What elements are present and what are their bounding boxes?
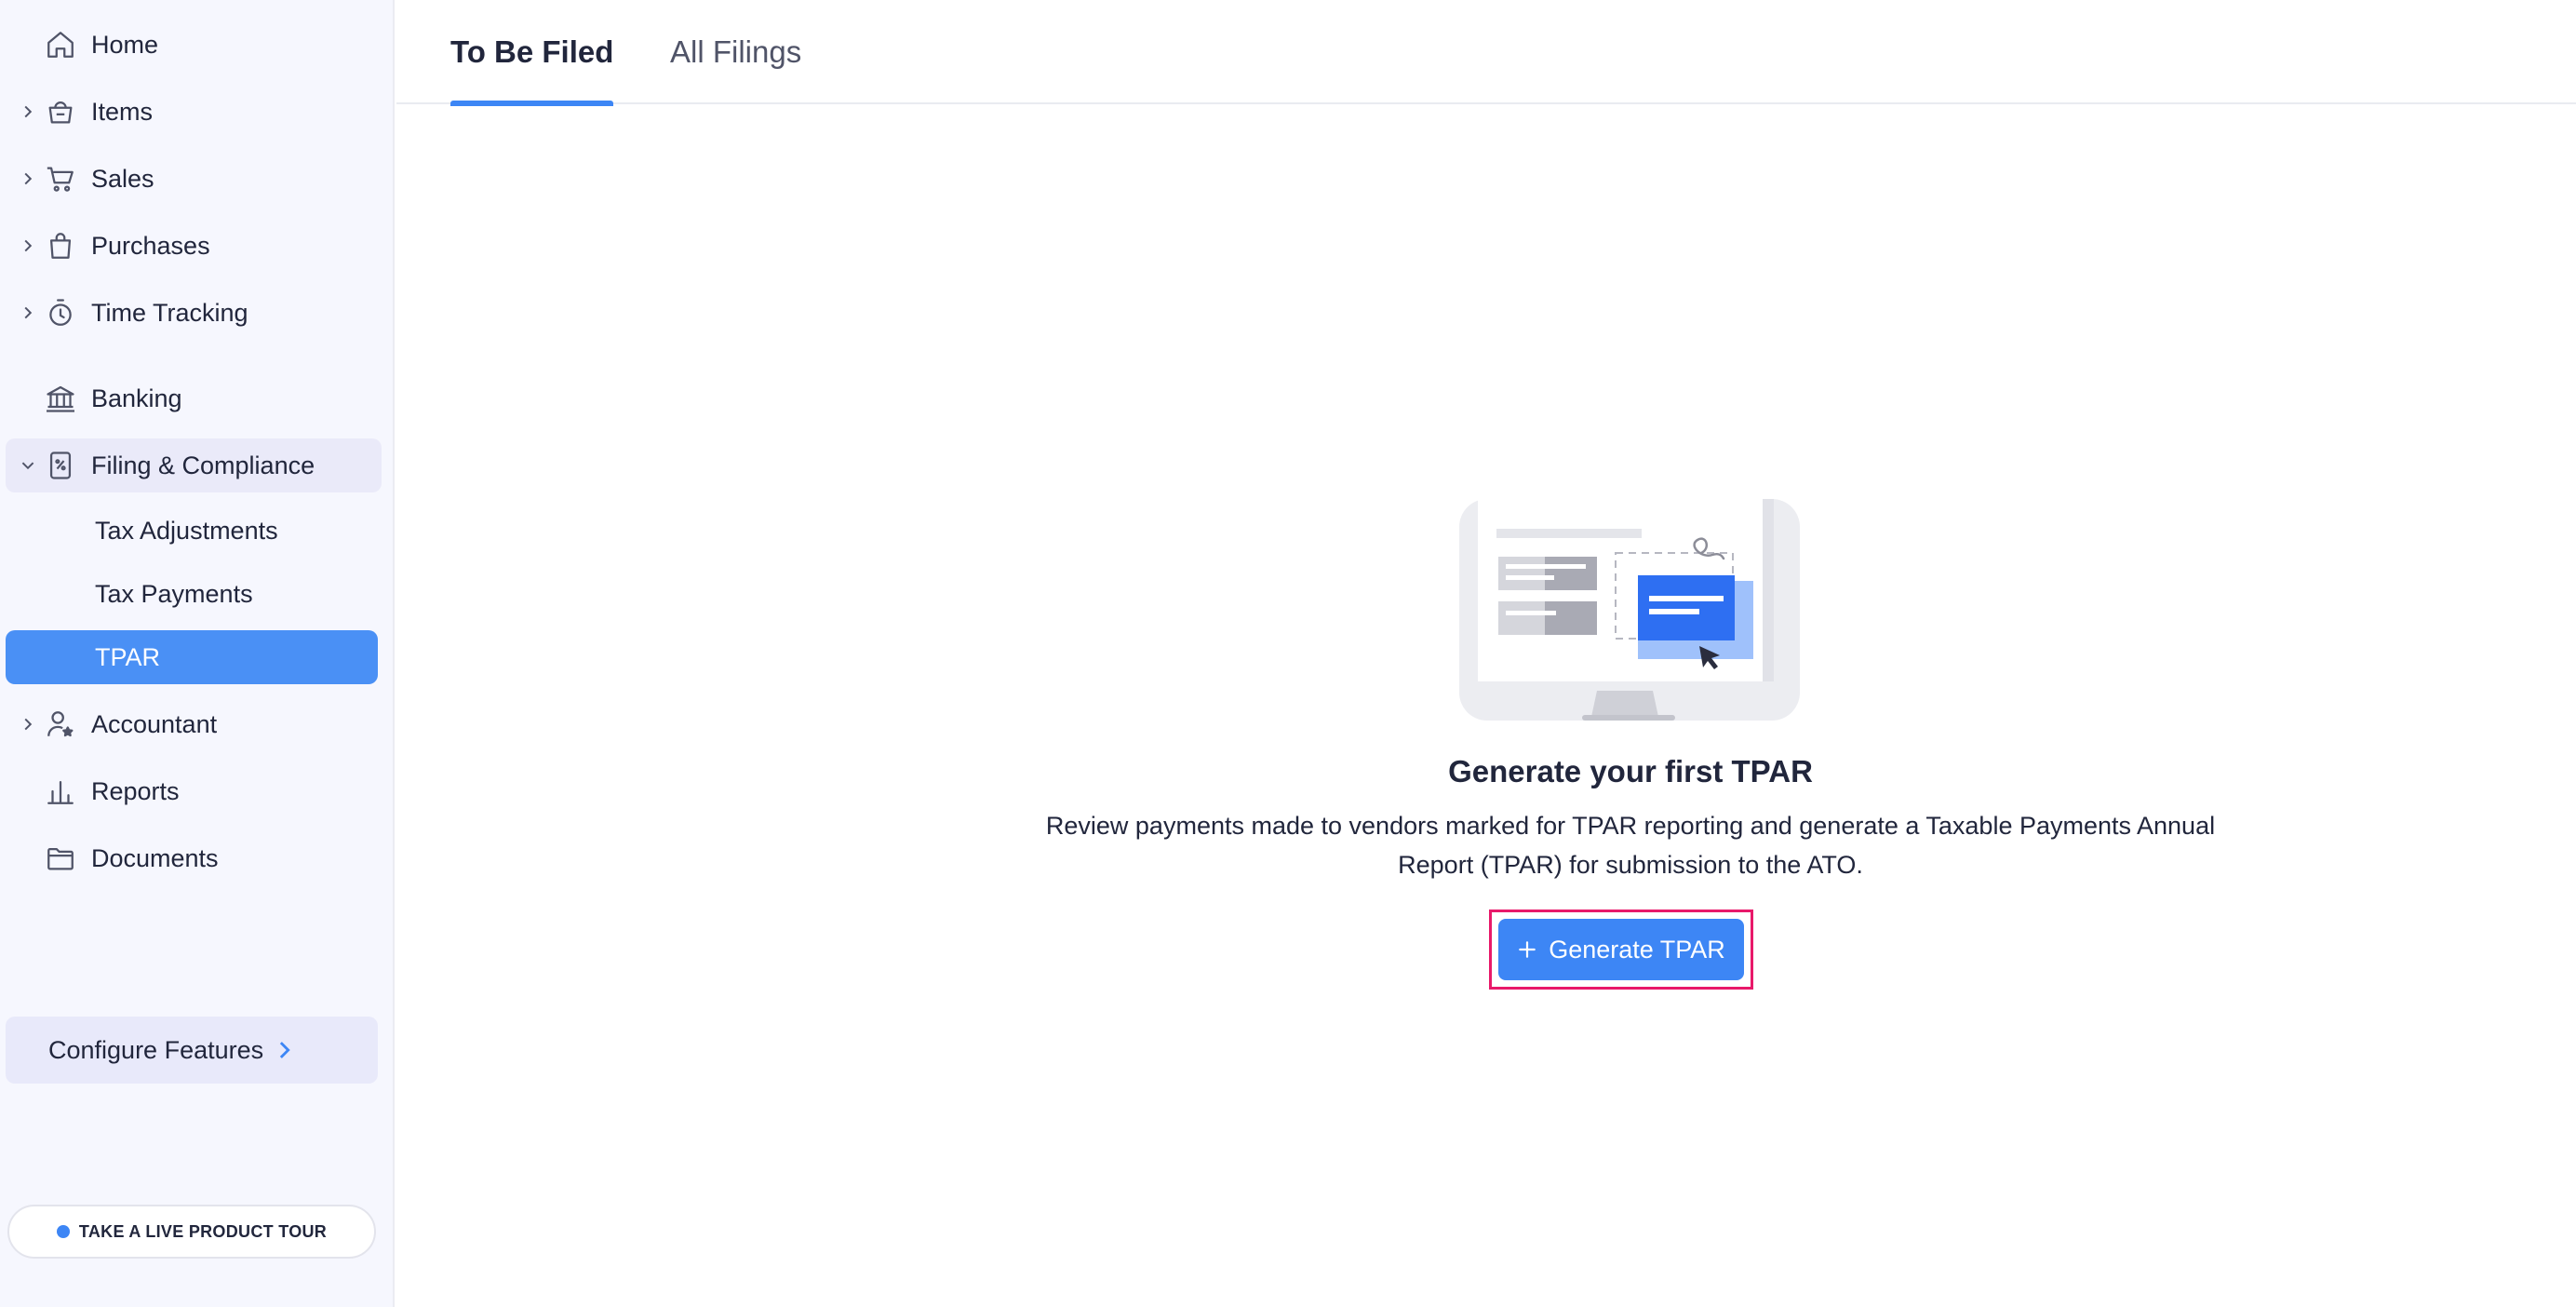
chevron-right-icon[interactable] — [19, 102, 37, 121]
sidebar-item-label: Banking — [91, 384, 182, 412]
generate-tpar-label: Generate TPAR — [1549, 935, 1725, 963]
live-product-tour-label: TAKE A LIVE PRODUCT TOUR — [78, 1221, 328, 1241]
bar-chart-icon — [43, 774, 78, 809]
sidebar-item-time-tracking[interactable]: Time Tracking — [6, 286, 382, 340]
sidebar-item-label: Time Tracking — [91, 298, 248, 327]
basket-icon — [43, 94, 78, 129]
bank-icon — [43, 381, 78, 416]
status-dot-icon — [56, 1225, 70, 1238]
active-tab-indicator — [450, 101, 614, 106]
chevron-right-icon[interactable] — [19, 169, 37, 188]
generate-tpar-button[interactable]: Generate TPAR — [1498, 919, 1744, 980]
home-icon — [43, 27, 78, 62]
chevron-right-icon — [276, 1040, 291, 1060]
sidebar-item-label: Reports — [91, 776, 180, 805]
configure-features-label: Configure Features — [48, 1035, 264, 1064]
stopwatch-icon — [43, 295, 78, 330]
sidebar-item-reports[interactable]: Reports — [6, 764, 382, 818]
tab-all-filings[interactable]: All Filings — [670, 0, 801, 104]
sidebar-item-items[interactable]: Items — [6, 85, 382, 139]
sidebar-subitem-label: Tax Adjustments — [95, 516, 278, 545]
sidebar-subitem-label: TPAR — [95, 642, 161, 671]
plus-icon — [1517, 939, 1537, 960]
sidebar-item-label: Home — [91, 30, 159, 59]
empty-state-title: Generate your first TPAR — [1448, 754, 1813, 788]
cart-icon — [43, 161, 78, 196]
folder-icon — [43, 841, 78, 876]
sidebar-item-banking[interactable]: Banking — [6, 371, 382, 425]
chevron-down-icon[interactable] — [19, 456, 37, 475]
tpar-illustration-icon — [1459, 499, 1800, 721]
shopping-bag-icon — [43, 228, 78, 263]
filings-tab-bar: To Be Filed All Filings — [396, 0, 2576, 106]
sidebar-item-sales[interactable]: Sales — [6, 152, 382, 206]
user-star-icon — [43, 707, 78, 742]
sidebar-subitem-tax-adjustments[interactable]: Tax Adjustments — [6, 504, 378, 558]
sidebar-item-filing-compliance[interactable]: Filing & Compliance — [6, 438, 382, 492]
chevron-right-icon[interactable] — [19, 715, 37, 734]
sidebar-subitem-tpar[interactable]: TPAR — [6, 630, 378, 684]
sidebar-item-label: Sales — [91, 164, 154, 193]
sidebar-item-home[interactable]: Home — [6, 18, 382, 72]
tab-label: All Filings — [670, 34, 802, 69]
sidebar: Home Items Sales Purchases Time Tracking… — [0, 0, 395, 1307]
configure-features-button[interactable]: Configure Features — [6, 1017, 378, 1084]
empty-state-description: Review payments made to vendors marked f… — [1045, 812, 2216, 879]
sidebar-item-label: Items — [91, 97, 154, 126]
sidebar-item-purchases[interactable]: Purchases — [6, 219, 382, 273]
sidebar-item-documents[interactable]: Documents — [6, 831, 382, 885]
chevron-right-icon[interactable] — [19, 303, 37, 322]
tax-document-icon — [43, 448, 78, 483]
chevron-right-icon[interactable] — [19, 236, 37, 255]
sidebar-subitem-label: Tax Payments — [95, 579, 253, 608]
sidebar-item-label: Purchases — [91, 231, 210, 260]
tab-to-be-filed[interactable]: To Be Filed — [450, 0, 614, 106]
live-product-tour-button[interactable]: TAKE A LIVE PRODUCT TOUR — [7, 1205, 376, 1259]
sidebar-item-label: Accountant — [91, 709, 218, 738]
tab-label: To Be Filed — [450, 34, 614, 69]
sidebar-item-label: Filing & Compliance — [91, 451, 315, 479]
sidebar-subitem-tax-payments[interactable]: Tax Payments — [6, 567, 378, 621]
sidebar-item-label: Documents — [91, 843, 219, 872]
sidebar-item-accountant[interactable]: Accountant — [6, 697, 382, 751]
